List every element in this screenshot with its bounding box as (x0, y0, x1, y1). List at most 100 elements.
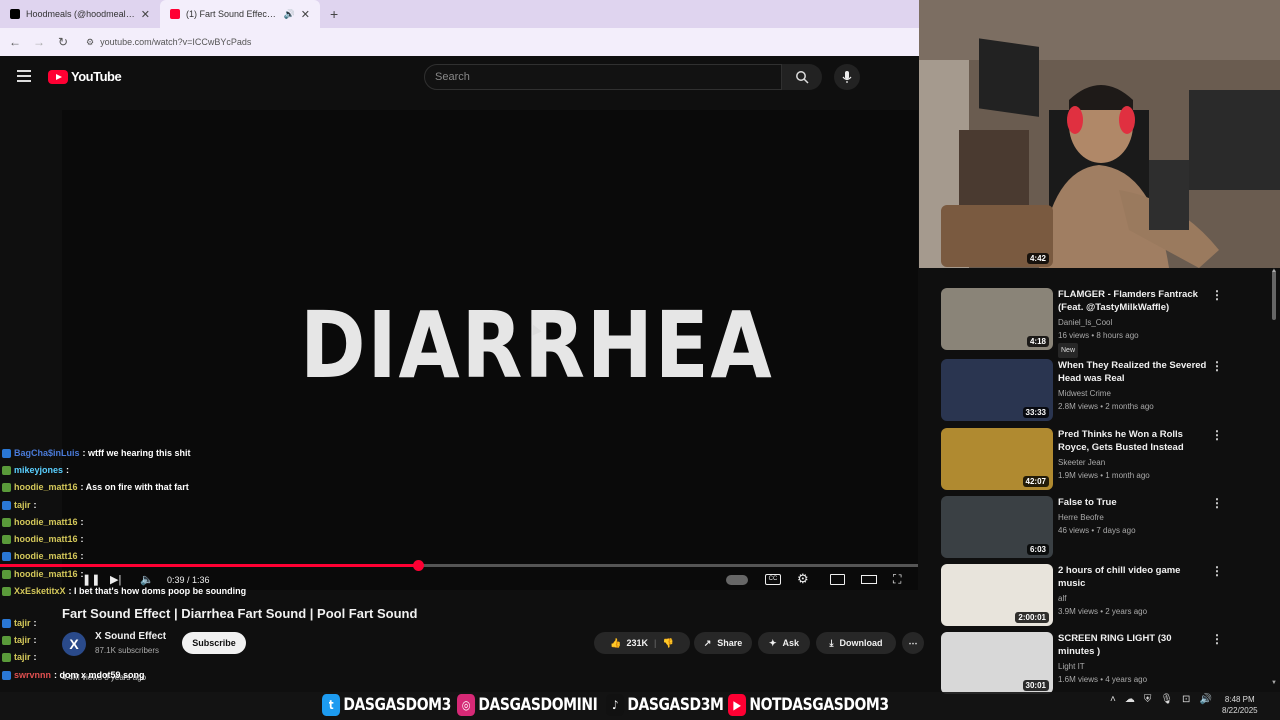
more-vertical-icon[interactable]: ⋮ (1211, 496, 1223, 510)
pause-icon[interactable]: ❚❚ (82, 573, 100, 586)
settings-gear-icon[interactable]: ⚙ (797, 571, 809, 587)
recommended-channel[interactable]: Daniel_Is_Cool (1058, 316, 1112, 329)
progress-scrubber[interactable] (413, 560, 424, 571)
shield-icon[interactable]: ⛨ (1144, 694, 1152, 705)
video-thumbnail[interactable]: 33:33 (941, 359, 1053, 421)
recommended-channel[interactable]: Herre Beofre (1058, 511, 1104, 524)
more-vertical-icon[interactable]: ⋮ (1211, 632, 1223, 646)
video-thumbnail[interactable]: 4:42 (941, 205, 1053, 267)
captions-icon[interactable]: CC (765, 574, 781, 585)
twitter-icon: t (322, 694, 341, 716)
chat-message: swrvnnn: dom x mdot59 song (2, 670, 145, 680)
channel-name[interactable]: X Sound Effect (95, 631, 166, 642)
chat-text: : (80, 551, 84, 561)
video-thumbnail[interactable]: 2:00:01 (941, 564, 1053, 626)
chat-badge-icon (2, 635, 11, 645)
divider: | (653, 638, 657, 648)
new-tab-button[interactable]: + (320, 0, 348, 28)
thumbs-down-icon[interactable]: 👎 (663, 638, 674, 649)
volume-icon[interactable]: 🔈 (140, 573, 154, 586)
ask-button[interactable]: ✦ Ask (758, 632, 810, 654)
recommended-title[interactable]: SCREEN RING LIGHT (30 minutes ) (1058, 632, 1208, 658)
tab-tiktok[interactable]: Hoodmeals (@hoodmeals) | Tik ✕ (0, 0, 160, 28)
tab-youtube[interactable]: (1) Fart Sound Effect | Diarr 🔊 ✕ (160, 0, 320, 28)
chat-message: hoodie_matt16: (2, 534, 84, 544)
chat-message: hoodie_matt16: Ass on fire with that far… (2, 482, 189, 492)
chat-badge-icon (2, 618, 11, 628)
video-thumbnail[interactable]: 42:07 (941, 428, 1053, 490)
search-button[interactable] (782, 64, 822, 90)
volume-icon[interactable]: 🔊 (1199, 694, 1211, 705)
recommended-title[interactable]: FLAMGER - Flamders Fantrack (Feat. @Tast… (1058, 288, 1208, 314)
recommended-channel[interactable]: Skeeter Jean (1058, 456, 1105, 469)
more-vertical-icon[interactable]: ⋮ (1211, 564, 1223, 578)
sidebar-scrollbar[interactable] (1272, 270, 1276, 320)
share-icon: ↗ (703, 637, 712, 648)
cloud-icon[interactable]: ☁ (1125, 694, 1135, 705)
chat-message: hoodie_matt16: (2, 569, 84, 579)
back-icon[interactable]: ← (8, 35, 22, 49)
share-button[interactable]: ↗ Share (694, 632, 752, 654)
close-tab-icon[interactable]: ✕ (301, 8, 310, 21)
voice-search-button[interactable] (834, 64, 860, 90)
recommended-title[interactable]: Pred Thinks he Won a Rolls Royce, Gets B… (1058, 428, 1208, 454)
youtube-logo[interactable]: YouTube (48, 69, 122, 84)
recommended-title[interactable]: 2 hours of chill video game music (1058, 564, 1208, 590)
chat-text: : (66, 465, 70, 475)
more-vertical-icon[interactable]: ⋮ (1211, 288, 1223, 302)
taskbar-clock[interactable]: 8:48 PM 8/22/2025 (1222, 694, 1258, 716)
chat-username: hoodie_matt16 (14, 569, 78, 579)
chat-username: BagCha$inLuis (14, 448, 80, 458)
channel-avatar[interactable]: X (62, 632, 86, 656)
social-handle-text: NOTDASGASDOM3 (748, 695, 889, 715)
recommended-channel[interactable]: Light IT (1058, 660, 1085, 673)
video-thumbnail[interactable]: 6:03 (941, 496, 1053, 558)
chevron-up-icon[interactable]: ˄ (1110, 694, 1116, 705)
more-vertical-icon[interactable]: ⋮ (1211, 359, 1223, 373)
theater-mode-icon[interactable] (861, 575, 877, 584)
chat-message: BagCha$inLuis: wtff we hearing this shit (2, 448, 191, 458)
progress-fill (0, 564, 418, 567)
menu-icon[interactable] (17, 70, 31, 82)
scroll-up-icon[interactable]: ▲ (1271, 268, 1277, 274)
social-handle: ♪ DASGASD3M (606, 694, 724, 716)
recommended-title[interactable]: When They Realized the Severed Head was … (1058, 359, 1208, 385)
tab-title: Hoodmeals (@hoodmeals) | Tik (26, 9, 135, 19)
reload-icon[interactable]: ↻ (56, 35, 70, 49)
chat-message: hoodie_matt16: (2, 551, 84, 561)
close-tab-icon[interactable]: ✕ (141, 8, 150, 21)
video-thumbnail[interactable]: 4:18 (941, 288, 1053, 350)
more-actions-button[interactable]: ⋯ (902, 632, 924, 654)
autoplay-toggle[interactable] (726, 575, 748, 585)
video-frame-text: DIARRHEA (300, 292, 774, 399)
search-input[interactable]: Search (424, 64, 782, 90)
chat-message: hoodie_matt16: (2, 517, 84, 527)
miniplayer-icon[interactable] (830, 574, 845, 585)
speaker-icon[interactable]: 🔊 (284, 9, 295, 20)
new-badge: New (1058, 343, 1079, 358)
chat-text: : I bet that's how doms poop be sounding (68, 586, 247, 596)
subscribe-button[interactable]: Subscribe (182, 632, 246, 654)
site-info-icon[interactable]: ⚙ (86, 37, 94, 48)
chat-username: mikeyjones (14, 465, 64, 475)
video-thumbnail[interactable]: 30:01 (941, 632, 1053, 694)
url-field[interactable]: ⚙ youtube.com/watch?v=ICCwBYcPads (86, 37, 251, 48)
chat-username: hoodie_matt16 (14, 517, 78, 527)
chat-username: tajir (14, 500, 31, 510)
recommended-title[interactable]: False to True (1058, 496, 1208, 509)
fullscreen-icon[interactable]: ⛶ (893, 572, 901, 587)
recommended-channel[interactable]: alf (1058, 592, 1066, 605)
scroll-down-icon[interactable]: ▼ (1271, 680, 1277, 686)
microphone-icon[interactable]: 🎙 (1160, 694, 1173, 705)
next-icon[interactable]: ▶| (110, 573, 121, 586)
progress-bar[interactable] (0, 560, 918, 571)
download-button[interactable]: ⤓ Download (816, 632, 896, 654)
chat-text: : dom x mdot59 song (54, 670, 145, 680)
forward-icon[interactable]: → (32, 35, 46, 49)
social-handle-text: DASGASDOMINI (478, 695, 599, 715)
video-duration: 2:00:01 (1015, 612, 1049, 623)
recommended-channel[interactable]: Midwest Crime (1058, 387, 1111, 400)
like-button[interactable]: 👍 231K (610, 638, 648, 649)
network-icon[interactable]: ⊡ (1182, 694, 1190, 705)
more-vertical-icon[interactable]: ⋮ (1211, 428, 1223, 442)
